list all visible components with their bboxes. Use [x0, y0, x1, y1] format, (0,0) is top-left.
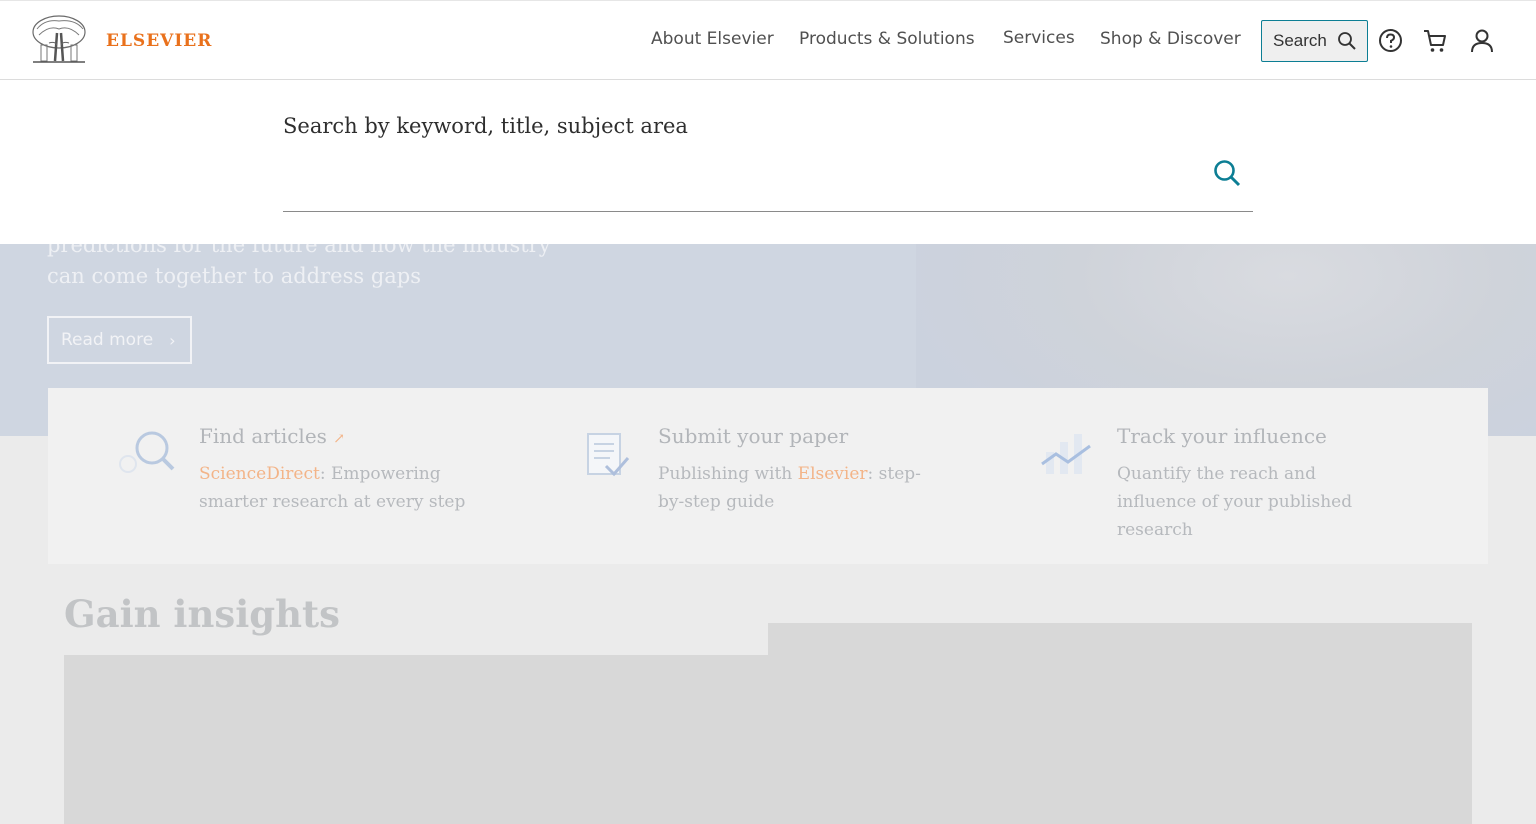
feature-title: Find articles: [199, 424, 327, 448]
header-search-label: Search: [1273, 31, 1327, 50]
brand-wordmark: ELSEVIER: [106, 31, 213, 51]
elsevier-link[interactable]: Elsevier: [798, 464, 868, 484]
nav-services[interactable]: Services: [1003, 28, 1075, 48]
read-more-button[interactable]: Read more ›: [47, 316, 192, 364]
site-header: ELSEVIER About Elsevier Products & Solut…: [0, 0, 1536, 80]
header-search-button[interactable]: Search: [1261, 20, 1368, 62]
search-icon: [1337, 32, 1356, 50]
feature-title: Submit your paper: [658, 424, 849, 448]
tree-logo-icon: [31, 15, 87, 67]
help-icon[interactable]: [1378, 28, 1403, 57]
search-panel-label: Search by keyword, title, subject area: [283, 114, 688, 138]
section-heading: Gain insights: [64, 592, 340, 636]
magnifier-icon: [118, 428, 180, 484]
insight-card[interactable]: [768, 623, 1472, 824]
nav-about-elsevier[interactable]: About Elsevier: [651, 29, 774, 49]
cart-icon[interactable]: [1422, 28, 1448, 58]
feature-desc-prefix: Publishing with: [658, 464, 798, 484]
search-panel: Search by keyword, title, subject area: [0, 80, 1536, 244]
features-strip: Find articles ↗ ScienceDirect: Empowerin…: [48, 388, 1488, 564]
search-input[interactable]: [283, 150, 1253, 212]
user-icon[interactable]: [1470, 28, 1494, 58]
feature-submit-paper[interactable]: Submit your paper Publishing with Elsevi…: [658, 424, 928, 516]
chevron-right-icon: ›: [169, 330, 176, 350]
external-link-icon: ↗: [333, 431, 346, 447]
nav-shop-discover[interactable]: Shop & Discover: [1100, 29, 1241, 49]
search-submit-icon[interactable]: [1212, 158, 1242, 192]
feature-desc: Quantify the reach and influence of your…: [1117, 464, 1353, 540]
document-icon: [584, 430, 632, 484]
read-more-label: Read more: [61, 330, 154, 350]
feature-title: Track your influence: [1117, 424, 1327, 448]
sciencedirect-link[interactable]: ScienceDirect: [199, 464, 320, 484]
feature-find-articles[interactable]: Find articles ↗ ScienceDirect: Empowerin…: [199, 424, 469, 516]
insight-card[interactable]: [64, 655, 768, 824]
feature-track-influence[interactable]: Track your influence Quantify the reach …: [1117, 424, 1387, 544]
nav-products-solutions[interactable]: Products & Solutions: [799, 29, 975, 49]
elsevier-logo[interactable]: ELSEVIER: [31, 15, 212, 67]
chart-icon: [1040, 430, 1094, 484]
